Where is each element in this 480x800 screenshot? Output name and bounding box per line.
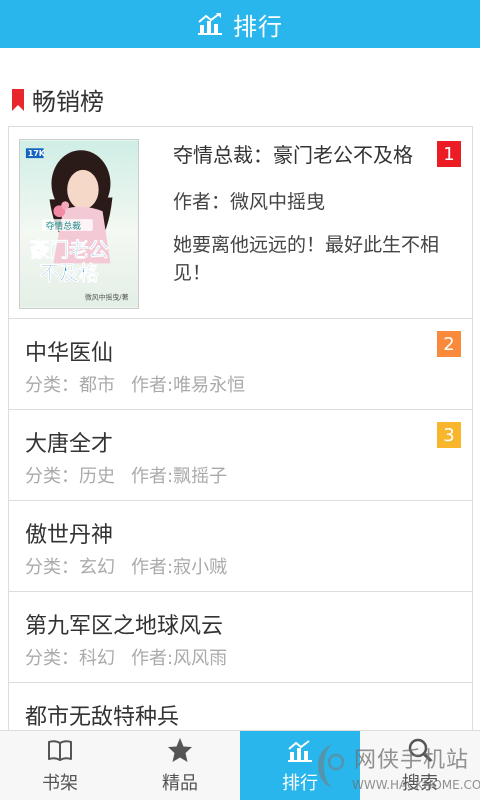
book-title: 大唐全才 [25, 432, 114, 457]
book-category: 分类：都市 [25, 375, 115, 396]
book-meta: 分类：历史 作者:飘摇子 [25, 462, 227, 488]
cover-illustration: 17K 夺情总裁 豪门老公 不及格 微风中摇曳/著 [20, 140, 138, 308]
list-item[interactable]: 傲世丹神 分类：玄幻 作者:寂小贼 [8, 501, 473, 592]
star-icon [168, 738, 192, 762]
list-item[interactable]: 大唐全才 3 分类：历史 作者:飘摇子 [8, 410, 473, 501]
list-item[interactable]: 中华医仙 2 分类：都市 作者:唯易永恒 [8, 319, 473, 410]
page-title: 排行 [233, 12, 283, 41]
book-author: 作者：微风中摇曳 [173, 191, 326, 213]
ranking-list: 17K 夺情总裁 豪门老公 不及格 微风中摇曳/著 夺情总裁：豪门老公不及格 1… [8, 126, 473, 774]
watermark-text: 网侠手机站 [354, 748, 470, 773]
book-author: 作者:飘摇子 [131, 466, 228, 487]
section-title: 畅销榜 [12, 82, 104, 117]
rank-badge: 1 [437, 141, 461, 167]
cover-author: 微风中摇曳/著 [85, 293, 129, 302]
cover-title-line1: 豪门老公 [30, 238, 109, 261]
book-category: 分类：历史 [25, 466, 115, 487]
book-title: 傲世丹神 [25, 523, 114, 548]
app-header: 排行 [0, 0, 480, 48]
bar-chart-icon [198, 13, 222, 35]
tab-bookshelf[interactable]: 书架 [0, 731, 120, 800]
tab-label: 书架 [42, 773, 78, 794]
top-book-card[interactable]: 17K 夺情总裁 豪门老公 不及格 微风中摇曳/著 夺情总裁：豪门老公不及格 1… [8, 126, 473, 319]
cover-badge: 17K [28, 149, 46, 158]
book-icon [48, 740, 72, 761]
book-title: 第九军区之地球风云 [25, 614, 224, 639]
book-category: 分类：玄幻 [25, 557, 115, 578]
watermark: 网侠手机站 WWW.HACKHOME.COM [308, 738, 480, 798]
book-author: 作者:寂小贼 [131, 557, 228, 578]
book-author: 作者:唯易永恒 [131, 375, 246, 396]
book-meta: 分类：都市 作者:唯易永恒 [25, 371, 245, 397]
section-title-text: 畅销榜 [32, 88, 104, 116]
bookmark-icon [12, 88, 24, 111]
rank-badge: 2 [437, 331, 461, 357]
list-item[interactable]: 第九军区之地球风云 分类：科幻 作者:风风雨 [8, 592, 473, 683]
book-meta: 分类：玄幻 作者:寂小贼 [25, 553, 227, 579]
book-author: 作者:风风雨 [131, 648, 228, 669]
tab-featured[interactable]: 精品 [120, 731, 240, 800]
cover-title-line2: 不及格 [40, 262, 99, 285]
book-title: 夺情总裁：豪门老公不及格 [173, 143, 413, 167]
rank-badge: 3 [437, 422, 461, 448]
book-title: 都市无敌特种兵 [25, 705, 180, 730]
book-cover: 17K 夺情总裁 豪门老公 不及格 微风中摇曳/著 [19, 139, 139, 309]
cover-tag: 夺情总裁 [46, 220, 82, 232]
watermark-url: WWW.HACKHOME.COM [352, 778, 480, 792]
book-title: 中华医仙 [25, 341, 114, 366]
book-description: 她要离他远远的！最好此生不相见！ [173, 234, 440, 284]
book-category: 分类：科幻 [25, 648, 115, 669]
tab-label: 精品 [162, 773, 198, 794]
watermark-logo-icon [318, 744, 345, 788]
book-meta: 分类：科幻 作者:风风雨 [25, 644, 227, 670]
